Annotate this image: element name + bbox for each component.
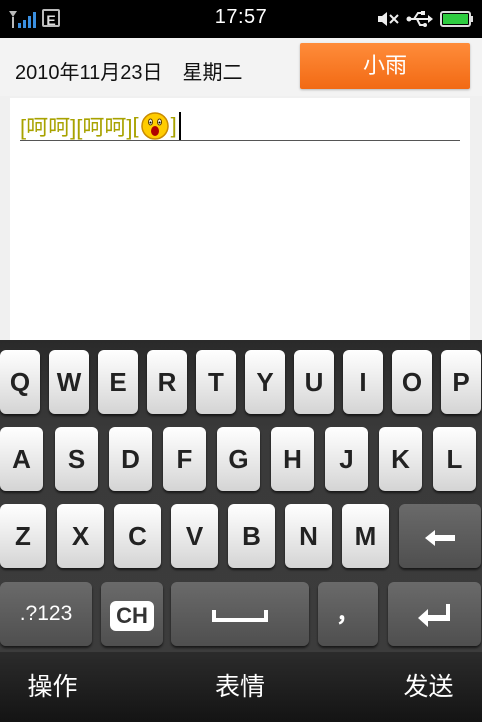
key-k[interactable]: K — [379, 427, 422, 491]
input-underline — [20, 140, 460, 141]
key-label: N — [299, 521, 318, 551]
emoji-button[interactable]: 表情 — [180, 652, 300, 722]
key-o[interactable]: O — [392, 350, 432, 414]
backspace-key[interactable] — [399, 504, 481, 568]
text-caret — [178, 112, 181, 140]
key-label: .?123 — [19, 602, 73, 625]
key-label: X — [71, 521, 90, 551]
mute-icon — [378, 12, 399, 26]
key-label: H — [283, 444, 302, 474]
key-label: S — [67, 444, 86, 474]
bottom-action-bar: 操作 表情 发送 — [0, 652, 482, 722]
symbols-key[interactable]: .?123 — [0, 582, 92, 646]
key-label: Q — [9, 367, 31, 397]
key-a[interactable]: A — [0, 427, 43, 491]
emoticon-token: [呵呵] — [76, 115, 133, 140]
key-label: E — [109, 367, 127, 397]
recipient-button[interactable]: 小雨 — [300, 43, 470, 89]
backspace-arrow-icon — [425, 530, 455, 547]
key-label: K — [391, 444, 410, 474]
key-label: P — [452, 367, 470, 397]
key-label: L — [446, 444, 463, 474]
space-key[interactable] — [171, 582, 309, 646]
key-y[interactable]: Y — [245, 350, 285, 414]
status-bar: E 17:57 — [0, 0, 482, 38]
space-bar-icon — [212, 610, 268, 623]
date-label: 2010年11月23日 星期二 — [15, 62, 243, 84]
key-label: T — [208, 367, 224, 397]
key-j[interactable]: J — [325, 427, 368, 491]
key-label: C — [128, 521, 147, 551]
key-b[interactable]: B — [228, 504, 275, 568]
key-label: Y — [256, 367, 274, 397]
key-v[interactable]: V — [171, 504, 218, 568]
key-f[interactable]: F — [163, 427, 206, 491]
emoticon-token: [呵呵] — [20, 115, 77, 140]
operations-button[interactable]: 操作 — [0, 652, 105, 722]
emoticon-token-close: ] — [170, 113, 177, 138]
key-s[interactable]: S — [55, 427, 98, 491]
emoticon-token-open: [ — [132, 113, 139, 138]
key-q[interactable]: Q — [0, 350, 40, 414]
key-label: F — [176, 444, 193, 474]
message-input[interactable]: [呵呵] [呵呵] [ ] — [10, 98, 470, 342]
surprised-face-emoji — [140, 112, 169, 140]
key-label: V — [185, 521, 204, 551]
enter-icon — [417, 604, 450, 628]
key-label: I — [359, 367, 367, 397]
key-t[interactable]: T — [196, 350, 236, 414]
key-label: M — [354, 521, 377, 551]
key-label: R — [157, 367, 177, 397]
virtual-keyboard: Q W E R T Y U I O P A S D F G H J K L Z … — [0, 340, 482, 652]
key-x[interactable]: X — [57, 504, 104, 568]
key-label: O — [401, 367, 423, 397]
language-key[interactable]: CH — [101, 582, 163, 646]
key-p[interactable]: P — [441, 350, 481, 414]
key-label: A — [12, 444, 31, 474]
key-w[interactable]: W — [49, 350, 89, 414]
key-m[interactable]: M — [342, 504, 389, 568]
key-label: G — [228, 444, 249, 474]
key-label: U — [304, 367, 324, 397]
battery-icon — [440, 11, 473, 27]
enter-key[interactable] — [388, 582, 481, 646]
key-label: D — [121, 444, 140, 474]
key-e[interactable]: E — [98, 350, 138, 414]
key-l[interactable]: L — [433, 427, 476, 491]
usb-icon — [406, 11, 433, 27]
key-label: ， — [336, 600, 360, 627]
key-d[interactable]: D — [109, 427, 152, 491]
key-label: J — [339, 444, 354, 474]
comma-key[interactable]: ， — [318, 582, 378, 646]
key-c[interactable]: C — [114, 504, 161, 568]
key-i[interactable]: I — [343, 350, 383, 414]
message-text: [呵呵] [呵呵] [ ] — [20, 110, 181, 142]
key-n[interactable]: N — [285, 504, 332, 568]
message-header: 2010年11月23日 星期二 小雨 — [0, 38, 482, 96]
key-label: Z — [15, 521, 31, 551]
key-label: W — [56, 367, 82, 397]
key-r[interactable]: R — [147, 350, 187, 414]
key-h[interactable]: H — [271, 427, 314, 491]
sms-compose-screen: E 17:57 2010年11月23日 星期二 小雨 [呵呵] [呵呵] []… — [0, 0, 482, 722]
send-button[interactable]: 发送 — [375, 652, 482, 722]
lang-badge: CH — [110, 601, 154, 632]
key-g[interactable]: G — [217, 427, 260, 491]
key-u[interactable]: U — [294, 350, 334, 414]
key-z[interactable]: Z — [0, 504, 46, 568]
key-label: B — [242, 521, 261, 551]
